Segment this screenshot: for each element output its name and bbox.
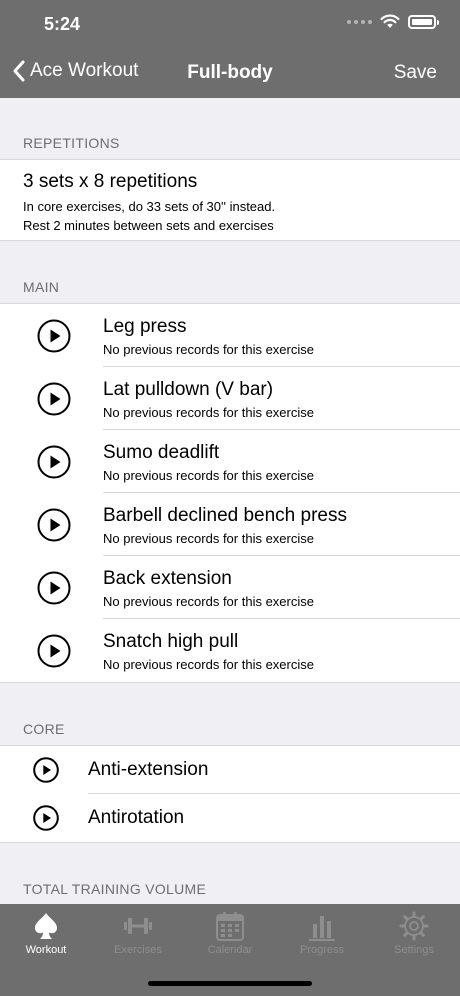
exercise-record-note: No previous records for this exercise	[103, 593, 314, 609]
exercise-row[interactable]: Lat pulldown (V bar) No previous records…	[0, 367, 460, 430]
tab-label: Settings	[394, 944, 434, 956]
repetitions-core-note: In core exercises, do 33 sets of 30'' in…	[23, 199, 276, 214]
tab-label: Calendar	[207, 944, 253, 956]
tab-label: Workout	[25, 944, 67, 956]
exercise-name: Barbell declined bench press	[103, 504, 347, 526]
core-exercise-row[interactable]: Antirotation	[0, 794, 460, 842]
repetitions-rest-note: Rest 2 minutes between sets and exercise…	[23, 218, 274, 233]
play-icon[interactable]	[37, 571, 71, 605]
section-header-main: MAIN	[23, 279, 60, 295]
exercise-text: Leg press No previous records for this e…	[103, 304, 460, 367]
section-header-core: CORE	[23, 721, 65, 737]
exercise-record-note: No previous records for this exercise	[103, 404, 314, 420]
play-icon[interactable]	[37, 508, 71, 542]
exercise-name: Lat pulldown (V bar)	[103, 378, 274, 400]
core-exercise-name: Antirotation	[88, 807, 185, 828]
section-header-repetitions: REPETITIONS	[23, 135, 120, 151]
exercise-name: Sumo deadlift	[103, 441, 220, 463]
bar-chart-icon	[309, 916, 335, 941]
tab-label: Progress	[299, 944, 345, 956]
exercise-row[interactable]: Sumo deadlift No previous records for th…	[0, 430, 460, 493]
tab-label: Exercises	[114, 944, 162, 956]
core-exercise-list: Anti-extension Antirotation	[0, 745, 460, 843]
exercise-text: Snatch high pull No previous records for…	[103, 619, 460, 682]
chevron-left-icon	[13, 60, 25, 82]
exercise-name: Snatch high pull	[103, 631, 239, 652]
wifi-icon	[380, 14, 400, 28]
exercise-name: Back extension	[103, 567, 232, 589]
battery-icon	[408, 14, 439, 29]
exercise-record-note: No previous records for this exercise	[103, 657, 314, 672]
home-indicator[interactable]	[148, 981, 312, 986]
exercise-text: Sumo deadlift No previous records for th…	[103, 430, 460, 493]
main-exercise-list: Leg press No previous records for this e…	[0, 303, 460, 683]
spade-icon	[35, 913, 57, 939]
exercise-row[interactable]: Barbell declined bench press No previous…	[0, 493, 460, 556]
exercise-row[interactable]: Leg press No previous records for this e…	[0, 304, 460, 367]
section-header-volume: TOTAL TRAINING VOLUME	[23, 881, 207, 897]
exercise-row[interactable]: Back extension No previous records for t…	[0, 556, 460, 619]
status-time: 5:24	[44, 14, 81, 34]
exercise-record-note: No previous records for this exercise	[103, 467, 314, 483]
play-icon[interactable]	[37, 319, 71, 353]
play-icon[interactable]	[33, 757, 59, 783]
save-button[interactable]: Save	[394, 62, 437, 84]
core-exercise-name: Anti-extension	[88, 746, 460, 794]
play-icon[interactable]	[37, 445, 71, 479]
workout-content[interactable]: REPETITIONS 3 sets x 8 repetitions In co…	[0, 98, 460, 904]
core-exercise-row[interactable]: Anti-extension	[0, 746, 460, 794]
exercise-record-note: No previous records for this exercise	[103, 530, 314, 546]
back-button[interactable]: Ace Workout	[12, 60, 138, 82]
status-icons	[347, 14, 439, 29]
exercise-text: Back extension No previous records for t…	[103, 556, 460, 619]
exercise-text: Lat pulldown (V bar) No previous records…	[103, 367, 460, 430]
repetitions-group: 3 sets x 8 repetitions In core exercises…	[0, 159, 460, 241]
play-icon[interactable]	[37, 382, 71, 416]
repetitions-cell: 3 sets x 8 repetitions In core exercises…	[0, 160, 460, 240]
play-icon[interactable]	[33, 805, 59, 831]
dumbbell-icon	[124, 918, 152, 934]
gear-icon	[399, 911, 429, 941]
exercise-record-note: No previous records for this exercise	[103, 341, 314, 357]
repetitions-title: 3 sets x 8 repetitions	[23, 171, 198, 192]
exercise-row[interactable]: Snatch high pull No previous records for…	[0, 619, 460, 682]
tab-workout[interactable]: Workout	[0, 904, 92, 996]
play-icon[interactable]	[37, 634, 71, 668]
calendar-icon	[216, 912, 244, 941]
top-bar: 5:24 Ace Workout Full-body Save	[0, 0, 460, 98]
back-label: Ace Workout	[30, 60, 139, 81]
exercise-name: Leg press	[103, 315, 187, 337]
tab-settings[interactable]: Settings	[368, 904, 460, 996]
exercise-text: Barbell declined bench press No previous…	[103, 493, 460, 556]
signal-dots-icon	[347, 19, 372, 24]
